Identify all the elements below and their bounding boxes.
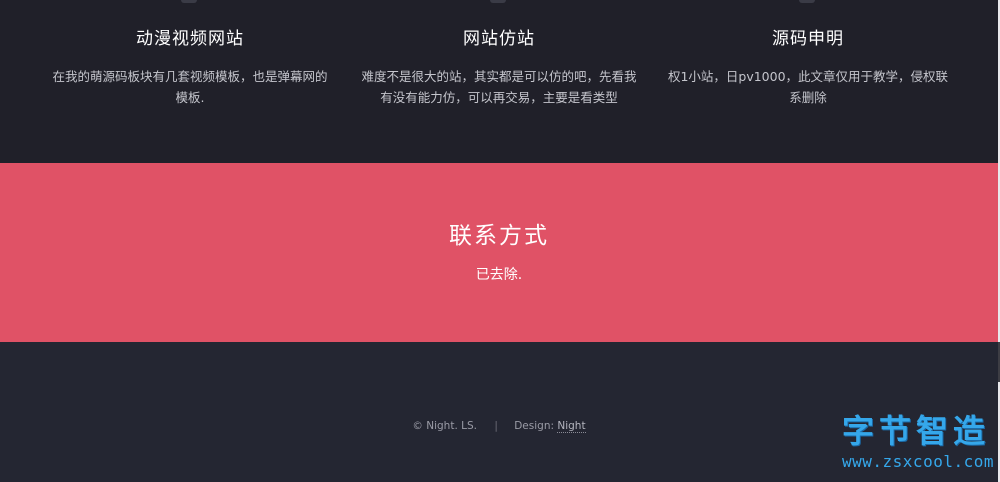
footer-separator: |	[494, 420, 498, 432]
design-link[interactable]: Night	[557, 420, 586, 433]
feature-title: 网站仿站	[463, 29, 535, 49]
feature-icon	[799, 0, 815, 3]
contact-text: 已去除.	[475, 267, 523, 283]
feature-text: 难度不是很大的站，其实都是可以仿的吧，先看我有没有能力仿，可以再交易，主要是看类…	[361, 69, 637, 105]
copyright-text: © Night. LS.	[412, 420, 477, 432]
feature-text: 权1小站，日pv1000，此文章仅用于教学，侵权联系删除	[667, 69, 949, 105]
feature-icon	[490, 0, 506, 3]
page: 动漫视频网站 在我的萌源码板块有几套视频模板，也是弹幕网的模板. 网站仿站 难度…	[0, 0, 1000, 482]
features-section: 动漫视频网站 在我的萌源码板块有几套视频模板，也是弹幕网的模板. 网站仿站 难度…	[0, 0, 998, 163]
contact-title: 联系方式	[449, 223, 549, 249]
watermark-logo: 字节智造 www.zsxcool.com	[816, 412, 994, 478]
feature-text: 在我的萌源码板块有几套视频模板，也是弹幕网的模板.	[52, 69, 328, 105]
feature-title: 源码申明	[772, 29, 844, 49]
feature-title: 动漫视频网站	[136, 29, 244, 49]
contact-section: 联系方式 已去除.	[0, 163, 998, 342]
design-label: Design:	[514, 420, 555, 432]
watermark-name: 字节智造	[841, 412, 990, 450]
watermark-url: www.zsxcool.com	[842, 452, 994, 471]
feature-icon	[181, 0, 197, 3]
